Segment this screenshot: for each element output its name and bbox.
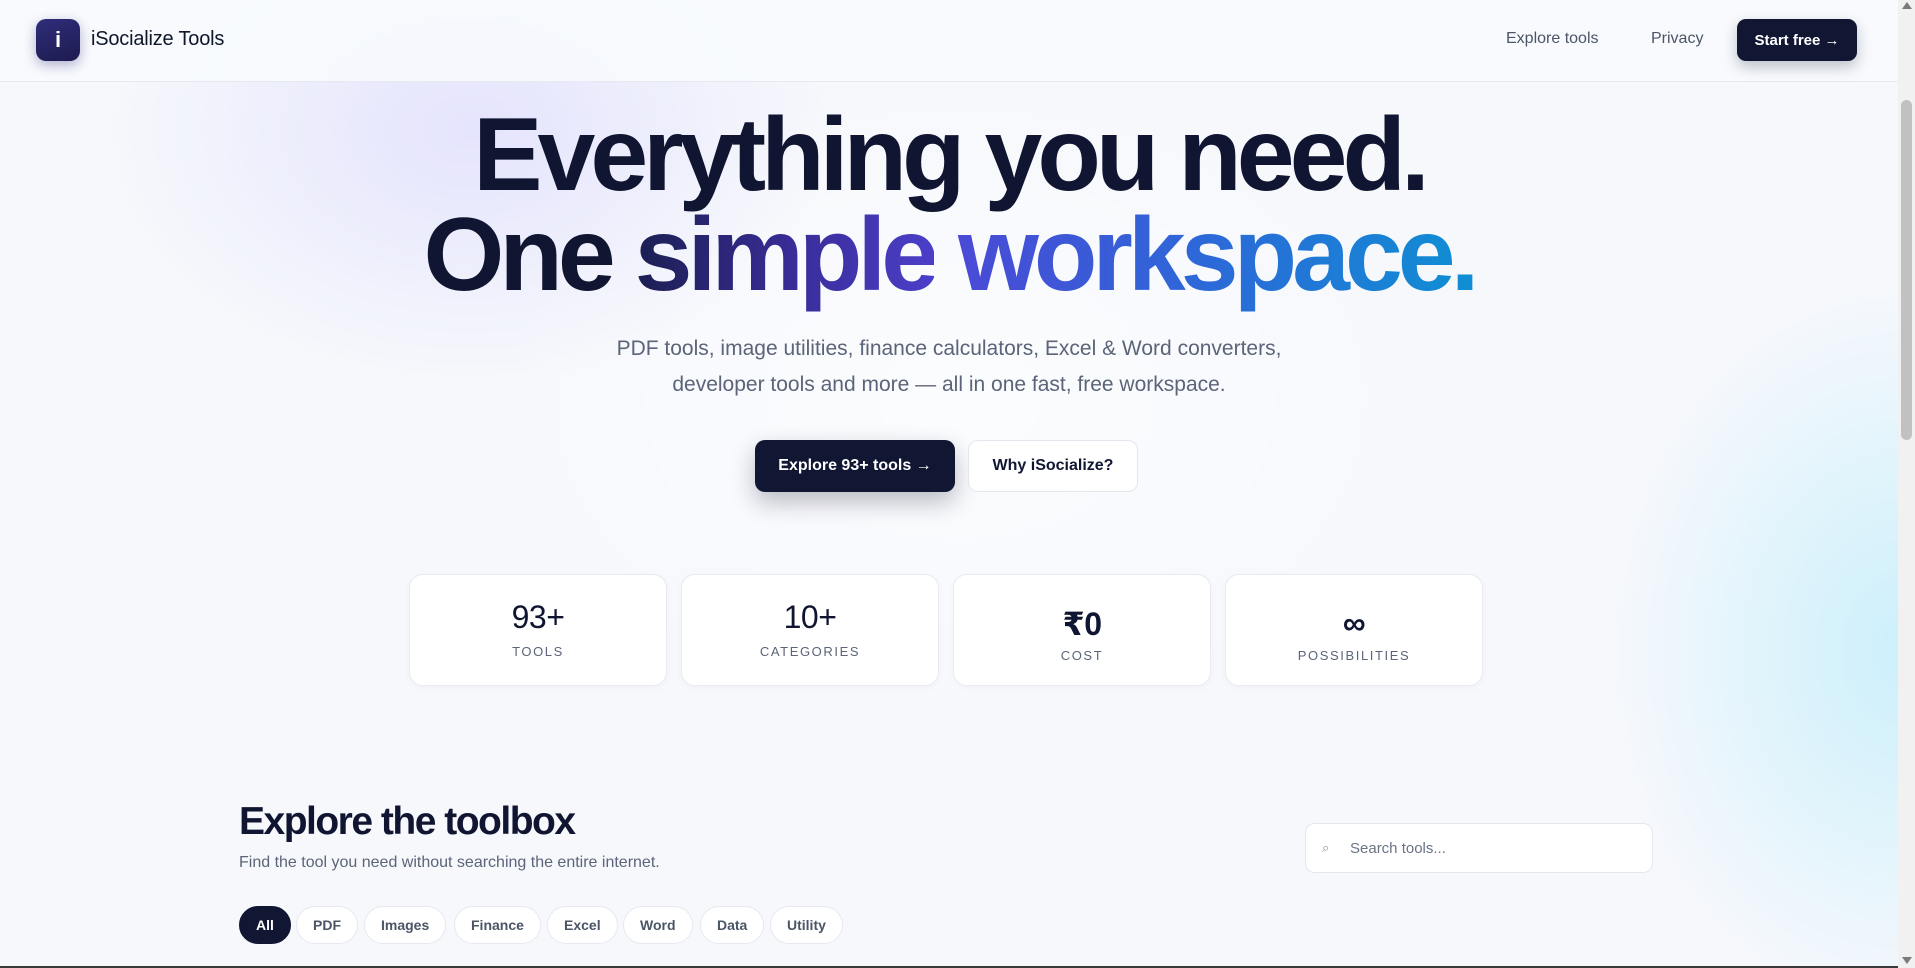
filter-chip-word[interactable]: Word	[623, 906, 693, 944]
stat-label: TOOLS	[512, 644, 564, 659]
hero-subtitle-line-2: developer tools and more — all in one fa…	[672, 373, 1226, 396]
scrollbar-thumb[interactable]	[1901, 100, 1912, 440]
explore-tools-button[interactable]: Explore 93+ tools →	[755, 440, 955, 492]
search-icon: ⌕	[1322, 840, 1330, 855]
stat-value: ∞	[1342, 605, 1366, 641]
search-input[interactable]	[1350, 824, 1640, 872]
brand-logo[interactable]: i	[36, 19, 80, 61]
filter-chip-all[interactable]: All	[239, 906, 291, 944]
scroll-down-arrow-icon[interactable]	[1902, 957, 1912, 964]
filter-chip-data[interactable]: Data	[700, 906, 765, 944]
logo-letter: i	[54, 27, 62, 52]
nav-explore-tools-link[interactable]: Explore tools	[1506, 30, 1599, 48]
page-scrollbar[interactable]	[1898, 0, 1915, 968]
hero-word-workspace: workspace.	[958, 197, 1480, 313]
top-navbar: i iSocialize Tools Explore tools Privacy…	[0, 0, 1898, 82]
stat-label: POSSIBILITIES	[1297, 648, 1411, 663]
filter-chip-pdf[interactable]: PDF	[296, 906, 358, 944]
hero-word-simple: simple	[634, 197, 939, 313]
nav-privacy-link[interactable]: Privacy	[1651, 30, 1703, 48]
why-isocialize-button[interactable]: Why iSocialize?	[968, 440, 1138, 492]
stat-label: CATEGORIES	[759, 644, 861, 659]
filter-chip-excel[interactable]: Excel	[547, 906, 618, 944]
filter-chip-images[interactable]: Images	[364, 906, 447, 944]
toolbox-title: Explore the toolbox	[239, 800, 576, 843]
start-free-button[interactable]: Start free →	[1737, 19, 1857, 61]
stat-card-categories: 10+ CATEGORIES	[681, 574, 939, 686]
stat-value: 93+	[511, 599, 565, 635]
hero-word-one: One	[423, 197, 635, 313]
search-box[interactable]: ⌕	[1305, 823, 1653, 873]
stat-card-possibilities: ∞ POSSIBILITIES	[1225, 574, 1483, 686]
stat-card-tools: 93+ TOOLS	[409, 574, 667, 686]
stat-label: COST	[1060, 648, 1104, 663]
stat-card-cost: ₹0 COST	[953, 574, 1211, 686]
hero-word-space	[934, 197, 958, 313]
filter-chip-finance[interactable]: Finance	[454, 906, 541, 944]
hero-headline-line-1: Everything you need.	[473, 97, 1430, 213]
stat-value: 10+	[783, 599, 837, 635]
hero-headline-line-2: One simple workspace.	[0, 203, 1898, 307]
hero-subtitle-line-1: PDF tools, image utilities, finance calc…	[616, 337, 1282, 360]
stat-value: ₹0	[1062, 606, 1102, 642]
toolbox-subtitle: Find the tool you need without searching…	[239, 854, 660, 871]
brand-name[interactable]: iSocialize Tools	[91, 28, 224, 51]
filter-chip-utility[interactable]: Utility	[770, 906, 843, 944]
scroll-up-arrow-icon[interactable]	[1902, 2, 1912, 9]
